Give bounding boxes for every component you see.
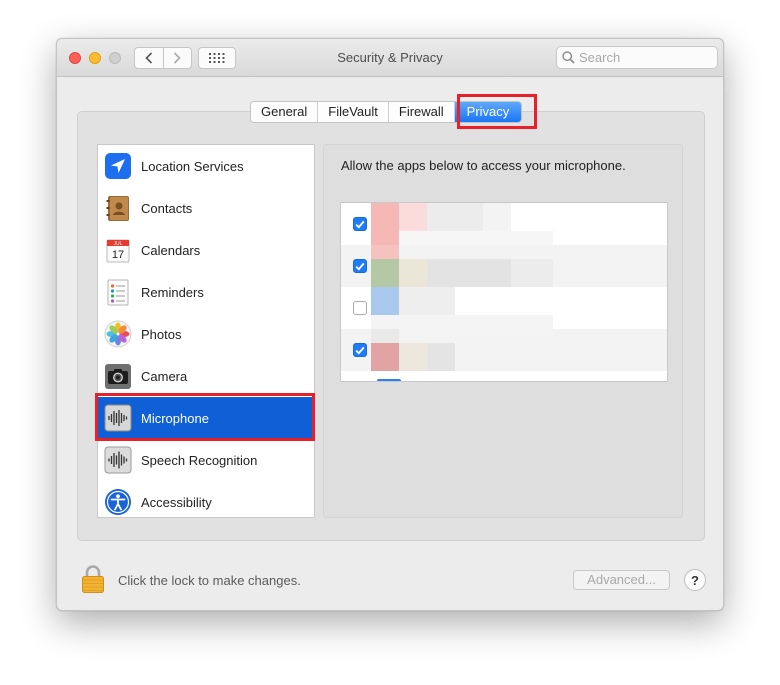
blurred-app-name	[427, 203, 483, 231]
blurred-app-icon	[371, 259, 399, 287]
blurred-app-name	[427, 343, 455, 371]
blurred-app-icon	[371, 245, 399, 259]
privacy-category-list: Location Services Contacts JUL 17 Calenda…	[97, 144, 315, 518]
sidebar-item-calendars[interactable]: JUL 17 Calendars	[98, 229, 314, 271]
sidebar-item-accessibility[interactable]: Accessibility	[98, 481, 314, 517]
title-bar: Security & Privacy	[57, 39, 723, 77]
tab-privacy[interactable]: Privacy	[453, 102, 522, 122]
blurred-app-name	[511, 259, 553, 287]
search-input[interactable]	[579, 50, 709, 65]
app-permission-checkbox[interactable]	[353, 343, 367, 357]
app-row	[341, 245, 667, 287]
lock-icon[interactable]	[81, 564, 105, 597]
blurred-app-name	[483, 203, 511, 231]
lock-message: Click the lock to make changes.	[118, 573, 301, 588]
help-button[interactable]: ?	[684, 569, 706, 591]
sidebar-item-label: Calendars	[141, 242, 201, 258]
app-row	[341, 329, 667, 371]
app-row	[341, 371, 667, 381]
security-privacy-window: Security & Privacy General FileVault Fir…	[56, 38, 724, 611]
app-list[interactable]	[340, 202, 668, 382]
blurred-app-name	[427, 259, 511, 287]
advanced-button[interactable]: Advanced...	[573, 570, 670, 590]
search-icon	[562, 51, 575, 64]
blurred-app-icon	[377, 379, 401, 381]
camera-icon	[103, 361, 133, 391]
sidebar-item-label: Photos	[141, 326, 182, 342]
calendar-month: JUL	[114, 241, 123, 247]
photos-flower-icon	[103, 319, 133, 349]
tab-firewall[interactable]: Firewall	[387, 102, 454, 122]
app-row	[341, 203, 667, 245]
blurred-app-icon	[371, 329, 399, 343]
sidebar-item-microphone[interactable]: Microphone	[98, 397, 314, 439]
blurred-app-name	[399, 287, 455, 315]
sidebar-item-location-services[interactable]: Location Services	[98, 145, 314, 187]
app-permission-checkbox[interactable]	[353, 259, 367, 273]
microphone-waveform-icon	[103, 403, 133, 433]
sidebar-item-speech-recognition[interactable]: Speech Recognition	[98, 439, 314, 481]
speech-waveform-icon	[103, 445, 133, 475]
accessibility-person-icon	[103, 487, 133, 517]
blurred-app-icon	[371, 231, 399, 245]
app-row	[341, 287, 667, 329]
sidebar-item-camera[interactable]: Camera	[98, 355, 314, 397]
blurred-app-icon	[371, 287, 399, 315]
privacy-detail-pane: Allow the apps below to access your micr…	[323, 144, 683, 518]
sidebar-item-label: Camera	[141, 368, 188, 384]
calendar-day: 17	[112, 249, 124, 261]
sidebar-item-label: Reminders	[141, 284, 204, 300]
blurred-app-icon	[371, 343, 399, 371]
tab-bar: General FileVault Firewall Privacy	[250, 101, 523, 123]
sidebar-item-contacts[interactable]: Contacts	[98, 187, 314, 229]
location-arrow-icon	[103, 151, 133, 181]
calendar-icon: JUL 17	[103, 235, 133, 265]
blurred-app-name	[371, 315, 553, 329]
search-field[interactable]	[556, 46, 718, 69]
app-permission-checkbox[interactable]	[353, 301, 367, 315]
reminders-list-icon	[103, 277, 133, 307]
blurred-app-icon	[371, 203, 399, 231]
blurred-app-name	[399, 231, 553, 245]
blurred-app-name	[399, 203, 427, 231]
tab-filevault[interactable]: FileVault	[317, 102, 388, 122]
pane-description: Allow the apps below to access your micr…	[341, 158, 626, 173]
sidebar-item-label: Contacts	[141, 200, 193, 216]
checkmark-icon	[355, 220, 365, 229]
sidebar-item-reminders[interactable]: Reminders	[98, 271, 314, 313]
contacts-book-icon	[103, 193, 133, 223]
checkmark-icon	[355, 346, 365, 355]
sidebar-item-label: Microphone	[141, 410, 209, 426]
sidebar-item-photos[interactable]: Photos	[98, 313, 314, 355]
sidebar-item-label: Speech Recognition	[141, 452, 258, 468]
blurred-app-name	[399, 259, 427, 287]
tab-general[interactable]: General	[251, 102, 317, 122]
checkmark-icon	[355, 262, 365, 271]
app-permission-checkbox[interactable]	[353, 217, 367, 231]
sidebar-item-label: Accessibility	[141, 494, 212, 510]
blurred-app-name	[399, 343, 427, 371]
sidebar-item-label: Location Services	[141, 158, 244, 174]
